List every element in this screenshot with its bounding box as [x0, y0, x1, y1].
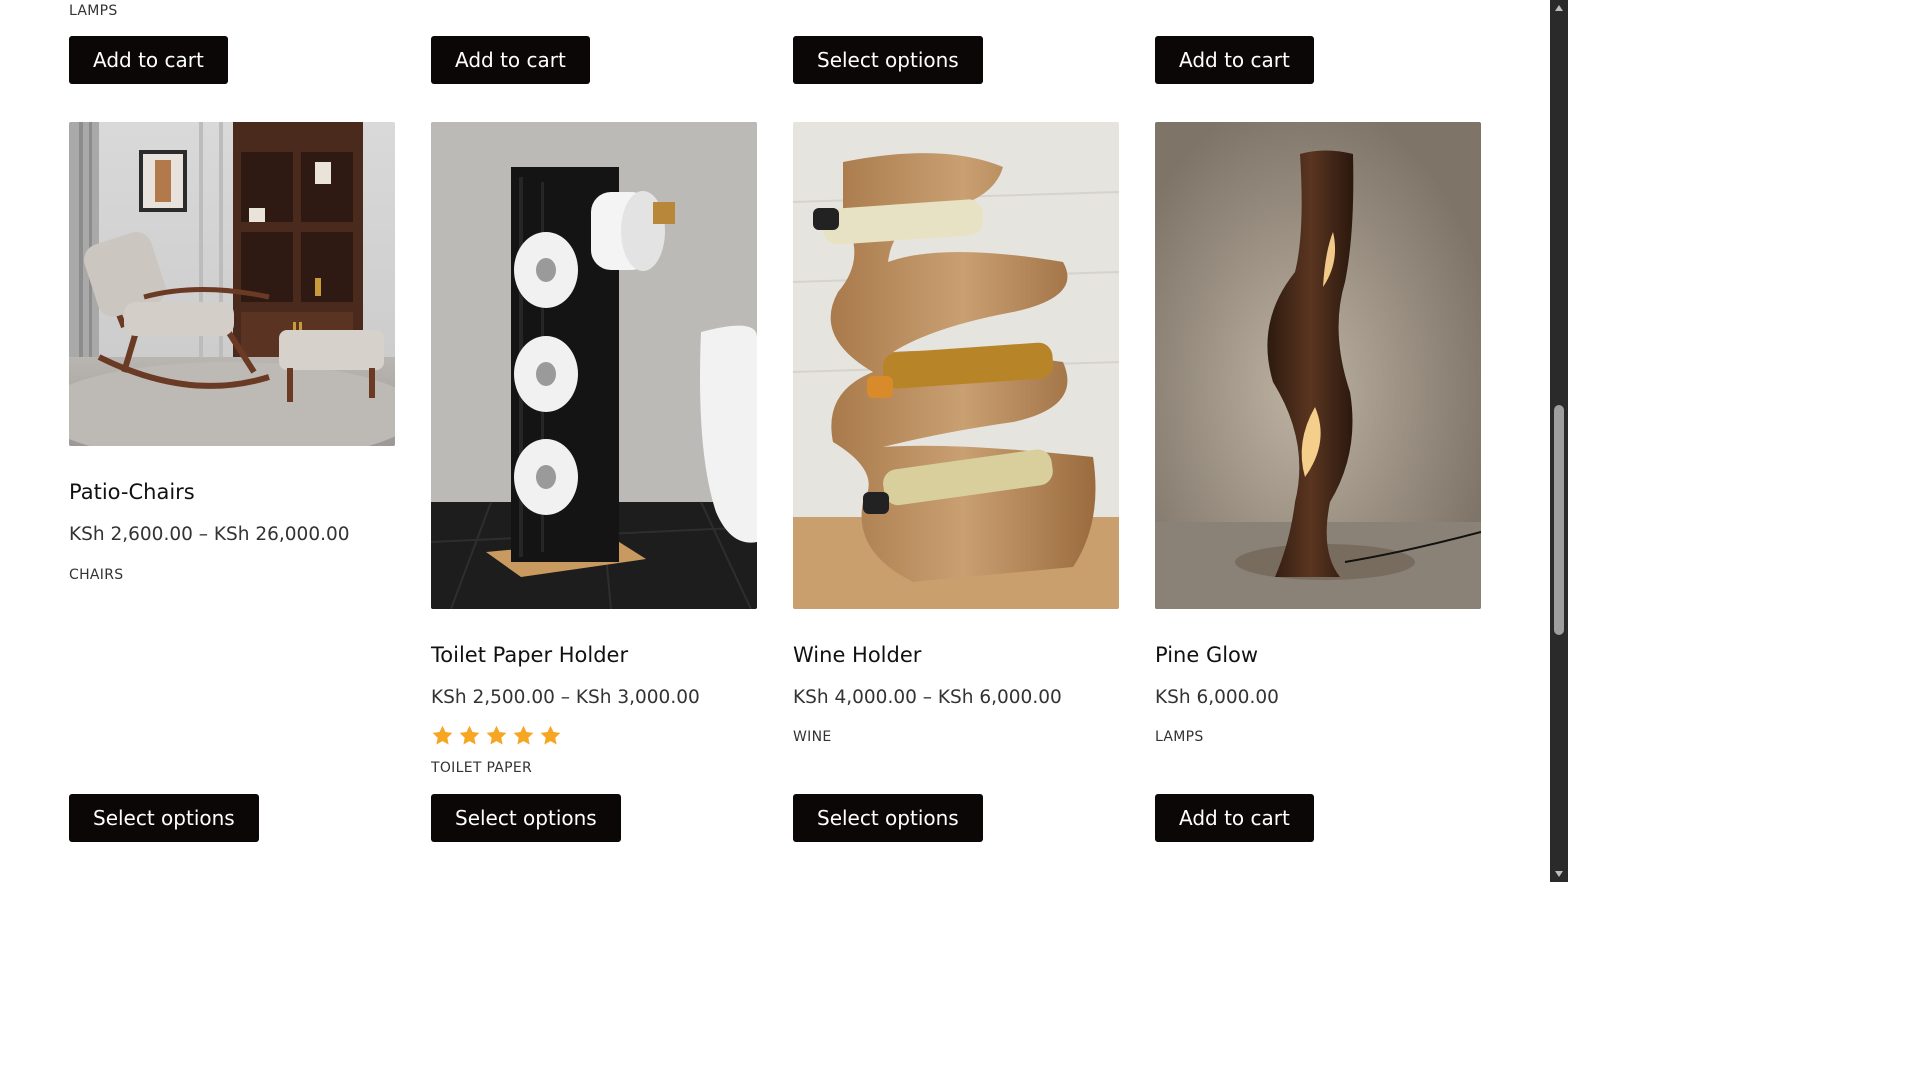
product-category[interactable]: LAMPS	[1155, 729, 1204, 745]
star-icon	[459, 725, 480, 745]
product-category: LAMPS	[69, 3, 118, 19]
select-options-button[interactable]: Select options	[793, 36, 983, 84]
select-options-button[interactable]: Select options	[69, 794, 259, 842]
product-category[interactable]: CHAIRS	[69, 567, 123, 583]
star-icon	[486, 725, 507, 745]
add-to-cart-button[interactable]: Add to cart	[1155, 36, 1314, 84]
product-price: KSh 6,000.00	[1155, 687, 1279, 708]
chevron-down-icon[interactable]	[1550, 866, 1568, 882]
add-to-cart-button[interactable]: Add to cart	[69, 36, 228, 84]
rocking-chair-illustration	[69, 122, 395, 446]
product-price: KSh 2,600.00 – KSh 26,000.00	[69, 524, 350, 545]
add-to-cart-button[interactable]: Add to cart	[1155, 794, 1314, 842]
star-icon	[540, 725, 561, 745]
product-image-patio-chairs[interactable]	[69, 122, 395, 446]
wine-holder-illustration	[793, 122, 1119, 609]
product-image-toilet-paper-holder[interactable]	[431, 122, 757, 609]
product-image-wine-holder[interactable]	[793, 122, 1119, 609]
toilet-paper-holder-illustration	[431, 122, 757, 609]
star-icon	[432, 725, 453, 745]
star-rating	[431, 724, 562, 747]
product-category[interactable]: TOILET PAPER	[431, 760, 532, 776]
product-title[interactable]: Toilet Paper Holder	[431, 643, 628, 667]
product-grid-page: LAMPS Add to cart Add to cart Select opt…	[0, 0, 1568, 882]
select-options-button[interactable]: Select options	[793, 794, 983, 842]
add-to-cart-button[interactable]: Add to cart	[431, 36, 590, 84]
product-title[interactable]: Pine Glow	[1155, 643, 1258, 667]
chevron-up-icon[interactable]	[1550, 0, 1568, 16]
product-image-pine-glow[interactable]	[1155, 122, 1481, 609]
product-category[interactable]: WINE	[793, 729, 832, 745]
product-price: KSh 2,500.00 – KSh 3,000.00	[431, 687, 700, 708]
scrollbar-thumb[interactable]	[1554, 405, 1564, 635]
product-title[interactable]: Wine Holder	[793, 643, 921, 667]
vertical-scrollbar[interactable]	[1550, 0, 1568, 882]
select-options-button[interactable]: Select options	[431, 794, 621, 842]
product-price: KSh 4,000.00 – KSh 6,000.00	[793, 687, 1062, 708]
sculptural-lamp-illustration	[1155, 122, 1481, 609]
star-icon	[513, 725, 534, 745]
product-title[interactable]: Patio-Chairs	[69, 480, 195, 504]
